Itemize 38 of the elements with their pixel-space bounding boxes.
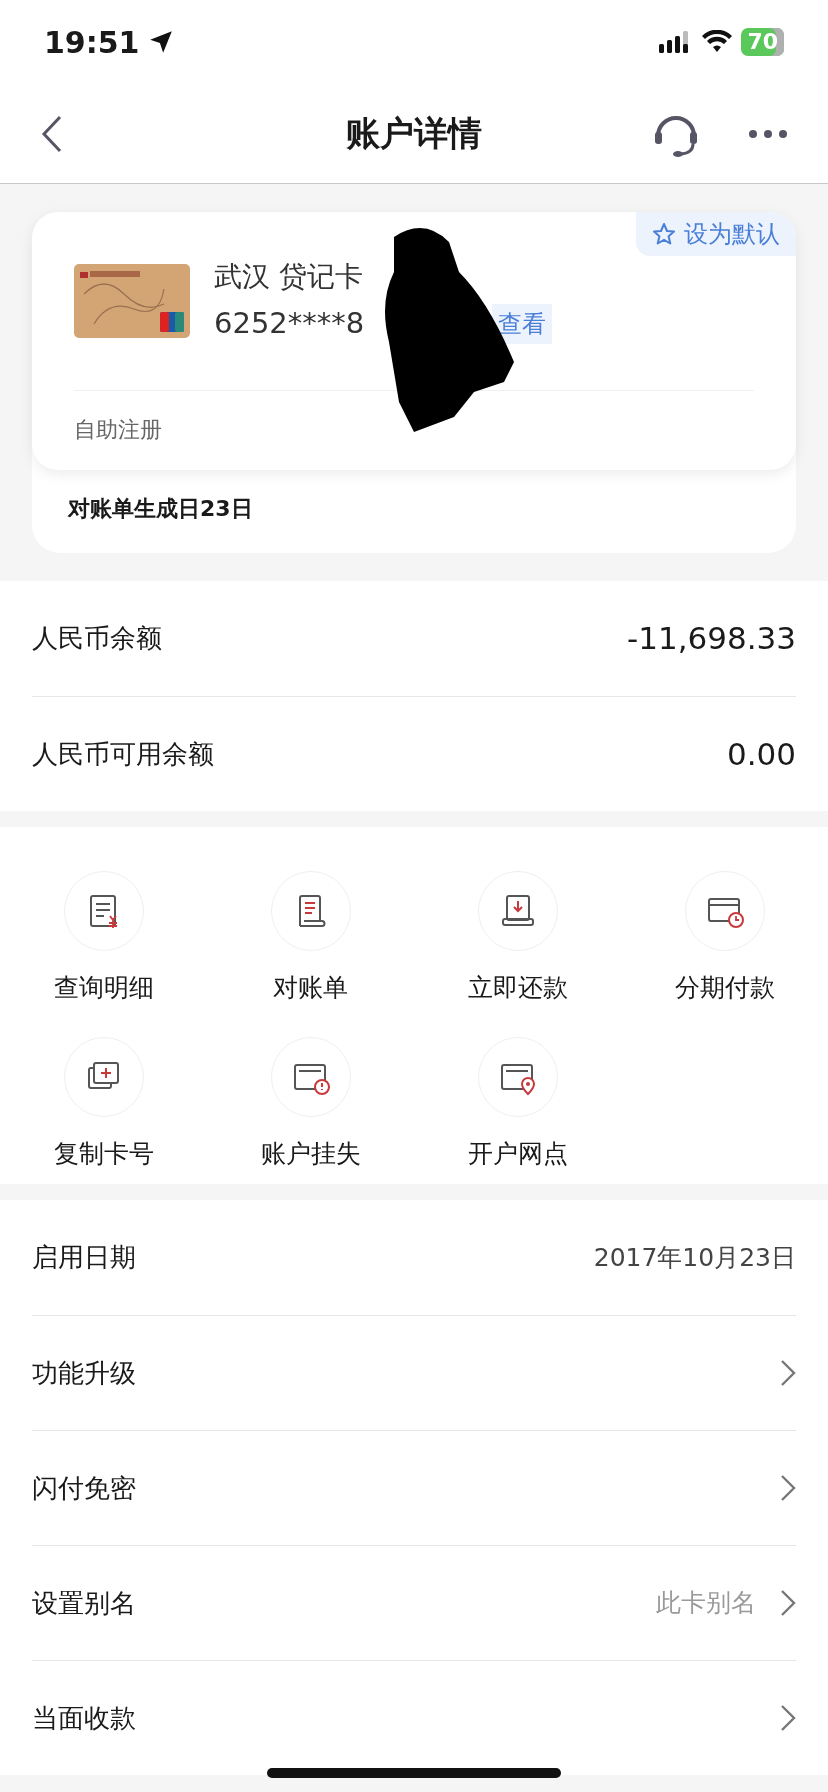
view-button[interactable]: 查看 bbox=[492, 303, 553, 344]
wifi-icon bbox=[701, 30, 734, 54]
page-title: 账户详情 bbox=[346, 112, 482, 155]
action-button[interactable]: 分期付款 bbox=[621, 871, 828, 1007]
chevron-icon bbox=[780, 1474, 796, 1502]
balance-amount: -11,698.33 bbox=[627, 619, 796, 659]
battery-indicator: 70 bbox=[741, 28, 784, 56]
star-icon bbox=[652, 222, 676, 246]
row-label: 启用日期 bbox=[32, 1241, 136, 1274]
back-icon bbox=[40, 113, 64, 154]
chevron-icon bbox=[780, 1359, 796, 1387]
more-icon[interactable] bbox=[748, 128, 788, 139]
row-label: 设置别名 bbox=[32, 1586, 136, 1620]
settings-row[interactable]: 功能升级 bbox=[32, 1315, 796, 1430]
action-button[interactable]: 对账单 bbox=[207, 871, 414, 1007]
balance-label: 人民币可用余额 bbox=[32, 737, 214, 771]
card-name: 武汉 贷记卡 bbox=[214, 259, 364, 295]
row-label: 闪付免密 bbox=[32, 1471, 136, 1505]
chevron-icon bbox=[780, 1589, 796, 1617]
set-default-button[interactable]: 设为默认 bbox=[636, 212, 796, 256]
card-number: 6252****8 bbox=[214, 305, 365, 342]
settings-row[interactable]: 设置别名 此卡别名 bbox=[32, 1545, 796, 1660]
back-button[interactable] bbox=[40, 113, 64, 154]
action-button[interactable]: 立即还款 bbox=[414, 871, 621, 1007]
action-button[interactable]: 开户网点 bbox=[414, 1036, 621, 1172]
action-button[interactable]: 账户挂失 bbox=[207, 1036, 414, 1172]
settings-row[interactable]: 闪付免密 bbox=[32, 1430, 796, 1545]
balance-amount: 0.00 bbox=[726, 734, 796, 774]
action-button[interactable]: 查询明细 bbox=[0, 871, 207, 1007]
row-value: 2017年10月23日 bbox=[593, 1241, 796, 1274]
chevron-icon bbox=[780, 1704, 796, 1732]
statement-day-text: 对账单生成日23日 bbox=[66, 495, 254, 523]
balance-label: 人民币余额 bbox=[32, 622, 162, 655]
clock-time: 19:51 bbox=[44, 23, 140, 62]
action-button[interactable]: 复制卡号 bbox=[0, 1036, 207, 1172]
row-label: 当面收款 bbox=[32, 1701, 136, 1735]
row-label: 功能升级 bbox=[32, 1356, 136, 1390]
row-value: 此卡别名 bbox=[656, 1587, 756, 1620]
